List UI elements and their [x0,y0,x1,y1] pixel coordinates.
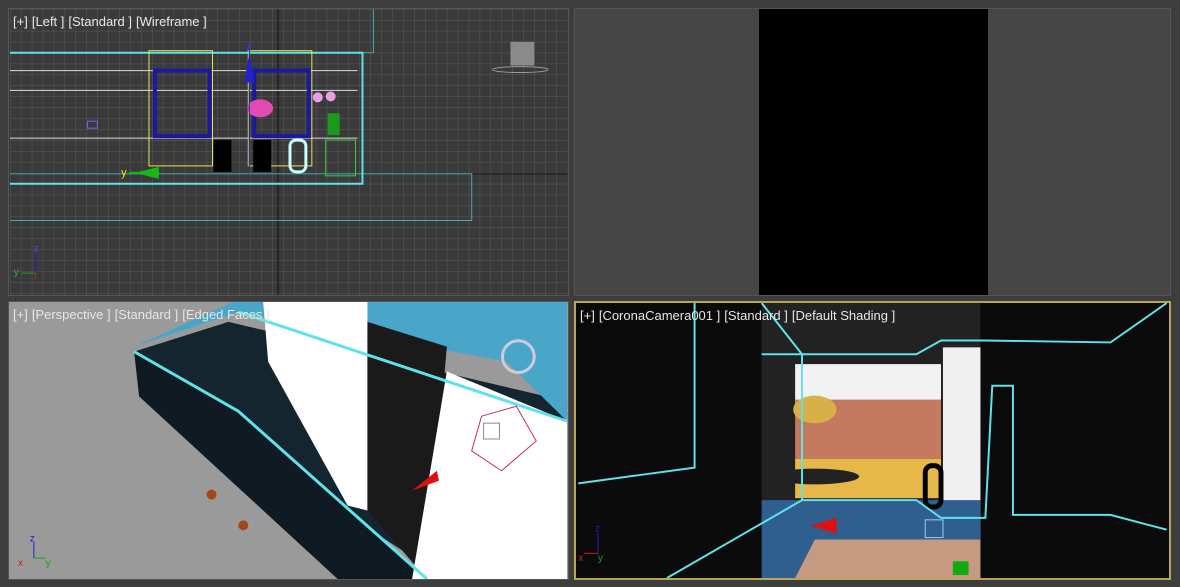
svg-text:z: z [34,243,39,254]
camera-scene: z x y [578,303,1168,578]
svg-text:y: y [598,553,603,564]
viewport-top-right[interactable] [574,8,1171,296]
viewport-label[interactable]: [+] [CoronaCamera001 ] [Standard ] [Default… [580,308,899,323]
axis-tripod-icon: z x y [578,524,603,565]
gizmo-y-label: y [121,167,127,179]
svg-text:z: z [30,533,35,544]
viewport-preset-menu[interactable]: [Standard ] [115,307,179,322]
viewport-view-menu[interactable]: [Perspective ] [32,307,111,322]
viewport-label[interactable]: [+] [Left ] [Standard ] [Wireframe ] [13,14,211,29]
viewport-preset-menu[interactable]: [Standard ] [724,308,788,323]
viewport-menu-plus[interactable]: [+] [580,308,595,323]
viewport-preset-menu[interactable]: [Standard ] [68,14,132,29]
viewport-shading-menu[interactable]: [Wireframe ] [136,14,207,29]
viewport-menu-plus[interactable]: [+] [13,307,28,322]
svg-text:y: y [46,558,51,569]
svg-text:x: x [18,558,23,569]
svg-text:x: x [578,553,583,564]
gizmo-z-label: z [246,42,251,54]
viewport-view-menu[interactable]: [CoronaCamera001 ] [599,308,720,323]
viewport-shading-menu[interactable]: [Default Shading ] [792,308,895,323]
perspective-scene: z x y [18,302,568,579]
viewport-left[interactable]: [+] [Left ] [Standard ] [Wireframe ] z y z y [8,8,569,296]
viewport-label[interactable]: [+] [Perspective ] [Standard ] [Edged Faces… [13,307,274,322]
viewport-view-menu[interactable]: [Left ] [32,14,65,29]
viewport-shading-menu[interactable]: [Edged Faces ] [182,307,269,322]
wireframe-scene: z y z y [9,9,568,295]
svg-text:z: z [595,524,600,535]
viewport-camera-active[interactable]: [+] [CoronaCamera001 ] [Standard ] [Default… [574,301,1171,580]
svg-text:y: y [14,267,19,278]
viewport-perspective[interactable]: [+] [Perspective ] [Standard ] [Edged Faces… [8,301,569,580]
axis-tripod-icon: z x y [18,533,51,569]
viewport-menu-plus[interactable]: [+] [13,14,28,29]
render-region-black [759,9,988,295]
